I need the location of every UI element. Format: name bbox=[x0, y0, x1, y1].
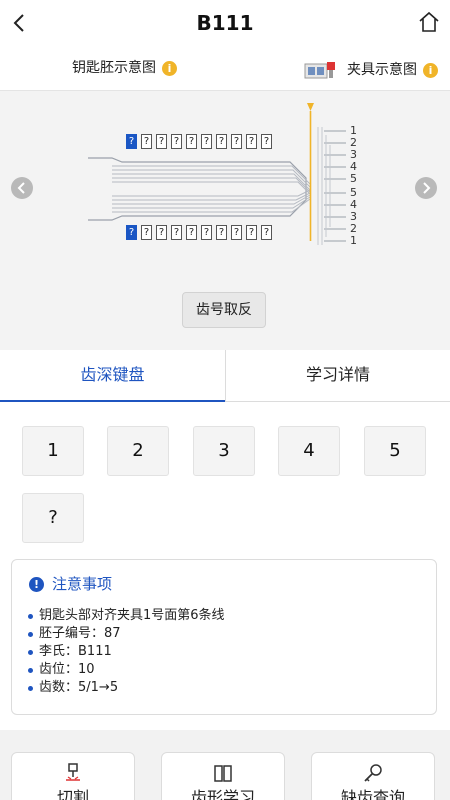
next-arrow-icon[interactable] bbox=[415, 177, 437, 199]
cut-button-label: 切割 bbox=[56, 788, 89, 800]
cut-learning-button[interactable]: 齿形学习 bbox=[161, 752, 285, 800]
cut-cell[interactable]: ? bbox=[261, 225, 272, 240]
key-search-icon bbox=[364, 764, 382, 782]
cut-cell[interactable]: ? bbox=[261, 134, 272, 149]
info-icon[interactable]: i bbox=[162, 60, 177, 76]
list-item: 齿数：5/1→5 bbox=[28, 679, 225, 697]
keypad-key-3[interactable]: 3 bbox=[193, 426, 255, 476]
key-diagram: 1 2 3 4 5 5 4 3 2 1 ? ? ? ? ? ? ? ? ? ? … bbox=[0, 90, 450, 350]
cut-cell[interactable]: ? bbox=[156, 134, 167, 149]
notice-list: 钥匙头部对齐夹具1号面第6条线 胚子编号：87 李氏：B111 齿位：10 齿数… bbox=[28, 607, 225, 697]
keypad-key-1[interactable]: 1 bbox=[22, 426, 84, 476]
invert-cut-numbers-button[interactable]: 齿号取反 bbox=[182, 292, 266, 328]
page-title: B111 bbox=[196, 11, 254, 35]
cutter-icon bbox=[66, 763, 80, 781]
tab-depth-keypad[interactable]: 齿深键盘 bbox=[0, 350, 225, 402]
keypad-key-4[interactable]: 4 bbox=[278, 426, 340, 476]
clamp-diagram-label: 夹具示意图 bbox=[347, 62, 417, 78]
cut-learning-label: 齿形学习 bbox=[190, 788, 255, 800]
bottom-cut-row: ? ? ? ? ? ? ? ? ? ? bbox=[126, 225, 272, 240]
cut-cell[interactable]: ? bbox=[171, 134, 182, 149]
notice-title-text: 注意事项 bbox=[52, 575, 113, 593]
home-icon[interactable] bbox=[418, 10, 440, 34]
notice-panel: ! 注意事项 钥匙头部对齐夹具1号面第6条线 胚子编号：87 李氏：B111 齿… bbox=[11, 559, 437, 715]
notice-item-text: 齿数：5/1→5 bbox=[39, 680, 119, 695]
cut-cell[interactable]: ? bbox=[216, 134, 227, 149]
top-depth-labels: 1 2 3 4 5 bbox=[350, 125, 357, 185]
top-cut-row: ? ? ? ? ? ? ? ? ? ? bbox=[126, 134, 272, 149]
previous-arrow-icon[interactable] bbox=[11, 177, 33, 199]
keypad-key-2[interactable]: 2 bbox=[107, 426, 169, 476]
cut-cell[interactable]: ? bbox=[216, 225, 227, 240]
alert-icon: ! bbox=[29, 576, 44, 592]
cut-cell[interactable]: ? bbox=[141, 134, 152, 149]
cut-cell[interactable]: ? bbox=[201, 225, 212, 240]
notice-item-text: 李氏：B111 bbox=[39, 644, 112, 659]
missing-cut-query-button[interactable]: 缺齿查询 bbox=[311, 752, 435, 800]
cut-button[interactable]: 切割 bbox=[11, 752, 135, 800]
bullet-icon bbox=[28, 613, 33, 619]
list-item: 齿位：10 bbox=[28, 661, 225, 679]
list-item: 李氏：B111 bbox=[28, 643, 225, 661]
notice-item-text: 钥匙头部对齐夹具1号面第6条线 bbox=[39, 608, 225, 623]
missing-cut-query-label: 缺齿查询 bbox=[340, 788, 405, 800]
bottom-action-bar: 切割 齿形学习 缺齿查询 bbox=[0, 730, 450, 800]
cut-cell[interactable]: ? bbox=[171, 225, 182, 240]
notice-item-text: 齿位：10 bbox=[39, 662, 95, 677]
cut-cell[interactable]: ? bbox=[231, 225, 242, 240]
cut-cell[interactable]: ? bbox=[186, 134, 197, 149]
bullet-icon bbox=[28, 667, 33, 673]
tab-learning-details[interactable]: 学习详情 bbox=[225, 350, 450, 402]
keypad-key-5[interactable]: 5 bbox=[364, 426, 426, 476]
cut-cell[interactable]: ? bbox=[231, 134, 242, 149]
bullet-icon bbox=[28, 631, 33, 637]
blank-diagram-label: 钥匙胚示意图 bbox=[72, 60, 156, 76]
depth-label: 5 bbox=[350, 172, 357, 185]
cut-cell[interactable]: ? bbox=[186, 225, 197, 240]
notice-title: ! 注意事项 bbox=[29, 573, 112, 595]
cut-cell[interactable]: ? bbox=[156, 225, 167, 240]
cut-cell[interactable]: ? bbox=[201, 134, 212, 149]
tab-bar: 齿深键盘 学习详情 bbox=[0, 350, 450, 402]
key-blade-drawing bbox=[88, 103, 346, 245]
bottom-depth-labels: 5 4 3 2 1 bbox=[350, 187, 357, 247]
cut-cell[interactable]: ? bbox=[141, 225, 152, 240]
notice-item-text: 胚子编号：87 bbox=[39, 626, 121, 641]
depth-label: 1 bbox=[350, 234, 357, 247]
clamp-thumbnail-icon bbox=[304, 62, 335, 79]
header: B111 bbox=[0, 0, 450, 46]
list-item: 胚子编号：87 bbox=[28, 625, 225, 643]
bullet-icon bbox=[28, 685, 33, 691]
cut-cell[interactable]: ? bbox=[126, 134, 137, 149]
list-item: 钥匙头部对齐夹具1号面第6条线 bbox=[28, 607, 225, 625]
diagram-links: 钥匙胚示意图 i 夹具示意图 i bbox=[0, 46, 450, 90]
book-icon bbox=[214, 765, 232, 782]
cut-cell[interactable]: ? bbox=[126, 225, 137, 240]
clamp-diagram-link[interactable]: 夹具示意图 i bbox=[303, 58, 438, 82]
blank-diagram-link[interactable]: 钥匙胚示意图 i bbox=[72, 58, 177, 78]
keypad-key-unknown[interactable]: ? bbox=[22, 493, 84, 543]
bullet-icon bbox=[28, 649, 33, 655]
cut-cell[interactable]: ? bbox=[246, 225, 257, 240]
info-icon[interactable]: i bbox=[423, 62, 438, 78]
cut-cell[interactable]: ? bbox=[246, 134, 257, 149]
